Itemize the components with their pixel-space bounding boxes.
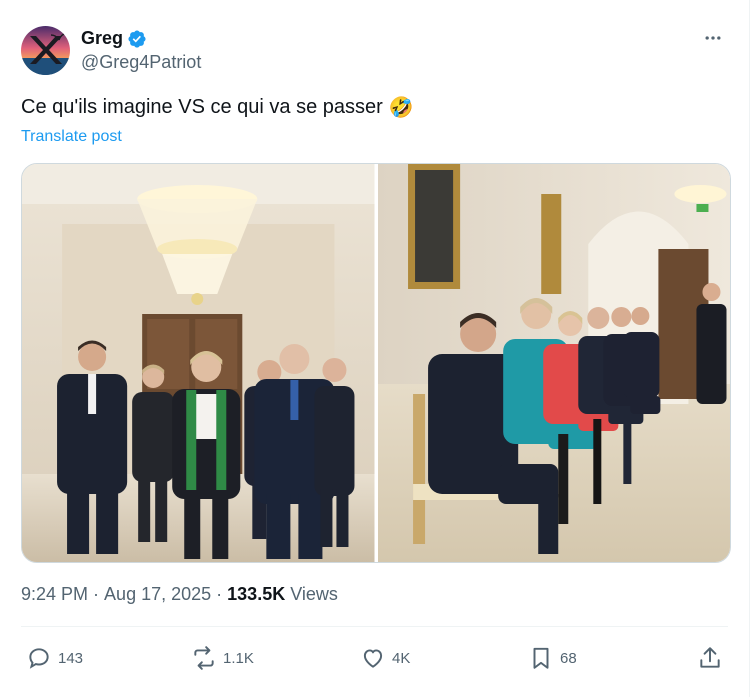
more-options-button[interactable] (701, 26, 725, 50)
media-image-left[interactable] (22, 164, 375, 562)
meta-separator: · (93, 584, 100, 604)
verified-badge-icon (128, 29, 146, 48)
views-count[interactable]: 133.5K (227, 584, 285, 605)
repost-count: 1.1K (223, 649, 254, 667)
tweet-card: Greg @Greg4Patriot Ce qu'ils imagine VS … (0, 0, 750, 697)
media-image-right[interactable] (377, 164, 730, 562)
heart-icon (363, 649, 383, 668)
post-meta: 9:24 PM · Aug 17, 2025 · 133.5K Views (21, 584, 338, 605)
ellipsis-icon (705, 36, 721, 40)
bookmark-count: 68 (560, 649, 577, 667)
divider (21, 626, 728, 627)
share-button[interactable] (697, 641, 723, 675)
repost-icon (194, 646, 214, 670)
post-date[interactable]: Aug 17, 2025 (104, 584, 211, 605)
author-handle[interactable]: @Greg4Patriot (81, 52, 201, 73)
reply-button[interactable]: 143 (26, 641, 83, 675)
author-name-row[interactable]: Greg (81, 28, 147, 49)
media-grid (21, 163, 731, 563)
translate-post-link[interactable]: Translate post (21, 128, 122, 146)
rolling-laughing-emoji-icon: 🤣 (388, 97, 414, 119)
post-body: Ce qu'ils imagine VS ce qui va se passer (21, 96, 383, 118)
author-name[interactable]: Greg (81, 28, 123, 49)
meta-separator: · (216, 584, 223, 604)
reply-icon (29, 648, 49, 669)
bookmark-icon (533, 647, 549, 669)
post-time[interactable]: 9:24 PM (21, 584, 88, 605)
avatar[interactable] (21, 26, 70, 75)
reply-count: 143 (58, 649, 84, 667)
post-text: Ce qu'ils imagine VS ce qui va se passer… (21, 95, 414, 120)
photo-leaders-seated-waiting-icon (377, 164, 730, 562)
like-button[interactable]: 4K (360, 641, 410, 675)
x-logo-sunset-avatar-icon (21, 26, 70, 75)
repost-button[interactable]: 1.1K (191, 641, 254, 675)
bookmark-button[interactable]: 68 (528, 641, 577, 675)
views-label: Views (290, 584, 338, 604)
photo-leaders-walking-hallway-icon (22, 164, 375, 562)
like-count: 4K (392, 649, 411, 667)
action-bar: 143 1.1K 4K 68 (21, 641, 728, 675)
share-icon (700, 647, 720, 668)
